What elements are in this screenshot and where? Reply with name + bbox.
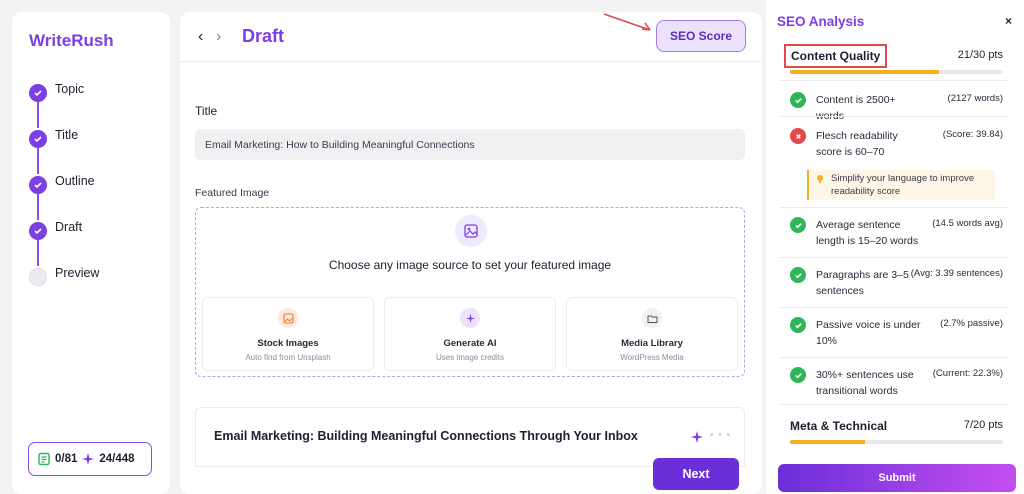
option-subtitle: Uses image credits [435,353,505,362]
stock-images-option[interactable]: Stock Images Auto find from Unsplash [202,297,374,371]
check-text: Paragraphs are 3–5 sentences [816,269,909,297]
panel-title: SEO Analysis [777,14,865,29]
featured-image-label: Featured Image [195,187,270,199]
check-circle-icon [790,92,806,108]
option-subtitle: Auto find from Unsplash [245,353,331,362]
title-label: Title [195,104,218,118]
check-value: (2127 words) [947,93,1003,104]
section-points: 21/30 pts [957,49,1003,61]
submit-button[interactable]: Submit [778,464,1016,492]
generate-ai-option[interactable]: Generate AI Uses image credits [384,297,556,371]
chevron-left-icon[interactable]: ‹ [198,28,203,46]
credits-badge[interactable]: 0/81 24/448 [28,442,152,476]
sparkle-icon[interactable] [690,430,704,444]
section-points: 7/20 pts [963,419,1003,431]
check-circle-icon [790,367,806,383]
sparkle-icon [82,453,95,465]
section-name: Content Quality [784,44,888,68]
readability-tip: Simplify your language to improve readab… [807,170,995,200]
check-value: (14.5 words avg) [932,218,1003,229]
pending-circle-icon [29,268,47,286]
step-label: Outline [55,174,95,188]
seo-score-button[interactable]: SEO Score [656,20,746,52]
divider [780,207,1008,208]
check-value: (Current: 22.3%) [932,368,1003,379]
sparkle-icon [460,308,480,328]
top-bar: ‹ › Draft SEO Score [180,12,762,62]
divider [780,257,1008,258]
progress-bar [790,440,1003,444]
check-icon [29,84,47,102]
tip-text: Simplify your language to improve readab… [831,173,975,197]
progress-fill [790,70,940,74]
check-value: (Avg: 3.39 sentences) [910,268,1003,279]
sidebar: WriteRush Topic Title Outline Draft Prev… [12,12,170,494]
media-library-option[interactable]: Media Library WordPress Media [566,297,738,371]
brand-logo: WriteRush [29,31,114,50]
close-icon[interactable]: × [1005,14,1012,28]
seo-analysis-panel: SEO Analysis × Content Quality 21/30 pts… [766,0,1024,494]
option-title: Generate AI [443,338,497,349]
lightbulb-icon [817,175,823,183]
option-title: Stock Images [257,338,319,349]
section-name: Meta & Technical [790,419,888,433]
step-label: Title [55,128,79,142]
progress-bar [790,70,1003,74]
chevron-right-icon[interactable]: › [216,28,221,46]
document-icon [38,452,50,466]
check-icon [29,176,47,194]
check-text: Flesch readability score is 60–70 [816,130,898,158]
check-circle-icon [790,217,806,233]
check-icon [29,130,47,148]
photo-icon [278,308,298,328]
check-circle-icon [790,267,806,283]
article-credits: 0/81 [55,453,78,465]
check-value: (Score: 39.84) [942,129,1003,140]
check-text: 30%+ sentences use transitional words [816,369,914,397]
step-label: Draft [55,220,83,234]
more-icon[interactable]: • • • [710,430,731,441]
progress-fill [790,440,865,444]
image-icon [455,215,487,247]
article-heading: Email Marketing: Building Meaningful Con… [214,429,638,443]
annotation-arrow-icon [603,13,651,31]
step-label: Topic [55,82,85,96]
next-button[interactable]: Next [653,458,739,490]
page-title: Draft [242,26,285,46]
check-icon [29,222,47,240]
check-text: Passive voice is under 10% [816,319,921,347]
divider [780,80,1008,81]
option-subtitle: WordPress Media [620,353,684,362]
step-label: Preview [55,266,100,280]
dropzone-text: Choose any image source to set your feat… [328,258,612,272]
folder-icon [642,308,662,328]
option-title: Media Library [621,338,683,349]
check-text: Content is 2500+ words [816,94,896,122]
check-value: (2.7% passive) [940,318,1003,329]
divider [780,116,1008,117]
divider [780,404,1008,405]
editor-panel: ‹ › Draft SEO Score Title Email Marketin… [180,12,762,494]
x-circle-icon [790,128,806,144]
image-credits: 24/448 [99,453,135,465]
featured-image-dropzone[interactable]: Choose any image source to set your feat… [195,207,745,377]
divider [780,307,1008,308]
divider [780,357,1008,358]
check-circle-icon [790,317,806,333]
title-field[interactable]: Email Marketing: How to Building Meaning… [195,129,745,160]
check-text: Average sentence length is 15–20 words [816,219,919,247]
